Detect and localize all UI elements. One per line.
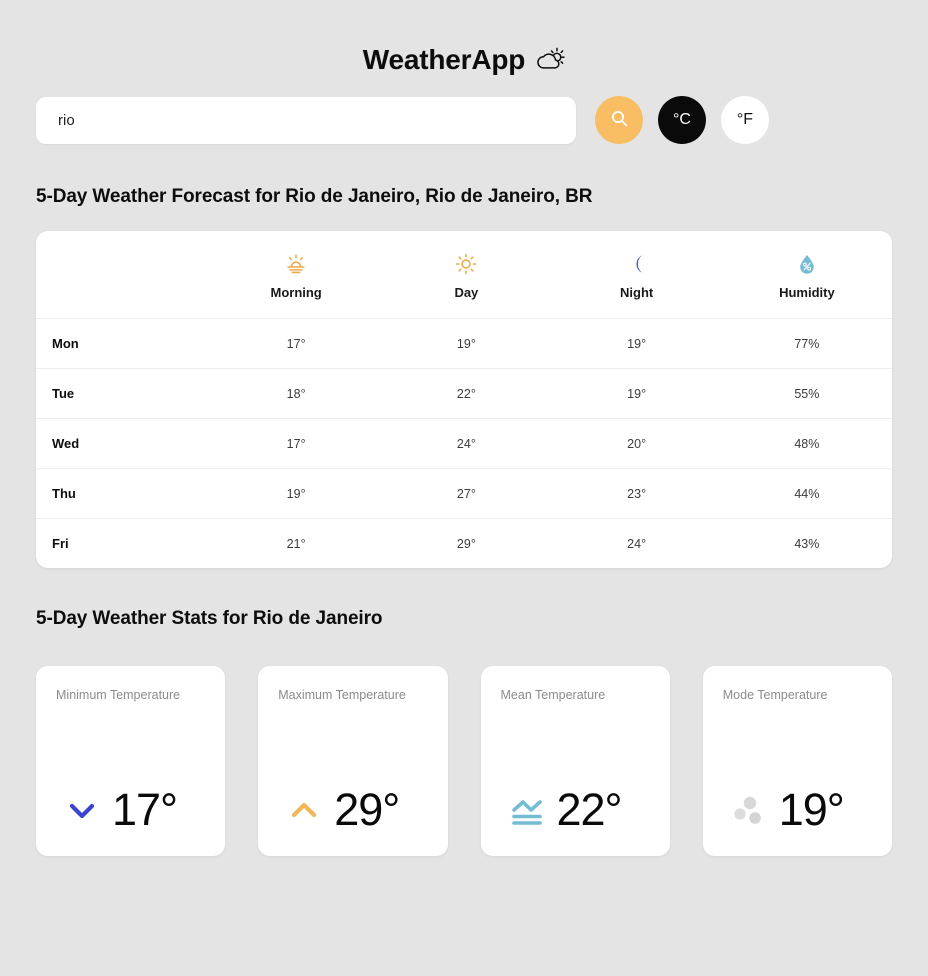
stat-card-mode-temperature: Mode Temperature 19° (702, 666, 892, 856)
search-button[interactable] (595, 96, 643, 144)
sun-icon (455, 253, 477, 275)
humidity-droplet-icon (796, 253, 818, 275)
forecast-table-body: Mon 17° 19° 19° 77% Tue 18° 22° 19° 55% … (36, 318, 892, 569)
cell-day-temp: 27° (381, 468, 552, 519)
chevron-down-icon (62, 790, 102, 830)
column-header-humidity: Humidity (721, 231, 892, 319)
cell-day: Wed (36, 418, 211, 469)
cell-day: Thu (36, 468, 211, 519)
cell-humidity: 43% (794, 536, 820, 551)
column-header-day-temp-label: Day (454, 285, 479, 300)
column-header-night: Night (551, 231, 722, 319)
partly-cloudy-icon (535, 47, 565, 73)
table-row: Mon 17° 19° 19° 77% (36, 318, 892, 369)
search-row: °C °F (0, 96, 928, 144)
cell-day-temp: 29° (456, 536, 476, 551)
forecast-table-card: Morning Day Night Humidity Mon 17° 19° 1… (36, 231, 892, 568)
cell-night: 19° (551, 318, 722, 369)
cell-morning: 21° (286, 536, 306, 551)
stats-title: 5-Day Weather Stats for Rio de Janeiro (36, 608, 383, 629)
cell-humidity: 55% (721, 368, 892, 419)
forecast-table-head: Morning Day Night Humidity (36, 231, 892, 319)
cell-day-temp: 22° (381, 368, 552, 419)
cell-morning: 17° (211, 318, 382, 369)
stat-value: 22° (556, 784, 623, 835)
search-input[interactable] (36, 96, 576, 144)
weather-app-page: WeatherApp °C °F (0, 0, 928, 976)
forecast-header-row: Morning Day Night Humidity (36, 231, 892, 319)
table-row: Tue 18° 22° 19° 55% (36, 368, 892, 419)
stats-row: Minimum Temperature 17° Maximum Temperat… (36, 666, 892, 856)
cell-day: Fri (52, 536, 69, 551)
stat-label: Mode Temperature (722, 688, 828, 702)
cell-day-temp: 24° (381, 418, 552, 469)
column-header-day-temp: Day (381, 231, 552, 319)
unit-fahrenheit-button[interactable]: °F (721, 96, 769, 144)
unit-celsius-button[interactable]: °C (658, 96, 706, 144)
column-header-day (36, 231, 211, 319)
stat-value: 17° (112, 784, 178, 835)
stat-label: Mean Temperature (500, 688, 606, 702)
cell-morning: 19° (211, 468, 382, 519)
cell-night: 20° (551, 418, 722, 469)
stat-label: Maximum Temperature (278, 688, 406, 702)
cell-day-temp: 19° (381, 318, 552, 369)
cell-day: Tue (36, 368, 211, 419)
column-header-morning: Morning (211, 231, 382, 319)
search-icon (610, 109, 629, 131)
table-row: Wed 17° 24° 20° 48% (36, 418, 892, 469)
approximately-equal-icon (507, 790, 547, 830)
column-header-morning-label: Morning (270, 285, 322, 300)
cell-night: 23° (551, 468, 722, 519)
stat-card-mean-temperature: Mean Temperature 22° (480, 666, 670, 856)
stat-card-maximum-temperature: Maximum Temperature 29° (258, 666, 448, 856)
table-row: Thu 19° 27° 23° 44% (36, 468, 892, 519)
cell-morning: 17° (211, 418, 382, 469)
stat-value: 29° (334, 784, 400, 835)
forecast-title: 5-Day Weather Forecast for Rio de Janeir… (36, 186, 593, 207)
sunrise-icon (285, 253, 307, 275)
cell-morning: 18° (211, 368, 382, 419)
stat-value: 19° (778, 784, 845, 835)
cell-humidity: 44% (721, 468, 892, 519)
cell-day: Mon (36, 318, 211, 369)
forecast-table: Morning Day Night Humidity Mon 17° 19° 1… (36, 231, 892, 568)
cell-humidity: 77% (721, 318, 892, 369)
app-header: WeatherApp (0, 0, 928, 76)
cell-humidity: 48% (721, 418, 892, 469)
app-title: WeatherApp (362, 44, 526, 75)
moon-icon (626, 253, 648, 275)
chevron-up-icon (284, 790, 324, 830)
three-dots-icon (729, 790, 769, 830)
column-header-night-label: Night (620, 285, 654, 300)
cell-night: 19° (551, 368, 722, 419)
column-header-humidity-label: Humidity (779, 285, 835, 300)
stat-card-minimum-temperature: Minimum Temperature 17° (36, 666, 226, 856)
table-row: Fri 21° 29° 24° 43% (36, 519, 892, 569)
cell-night: 24° (627, 536, 647, 551)
stat-label: Minimum Temperature (56, 688, 181, 702)
